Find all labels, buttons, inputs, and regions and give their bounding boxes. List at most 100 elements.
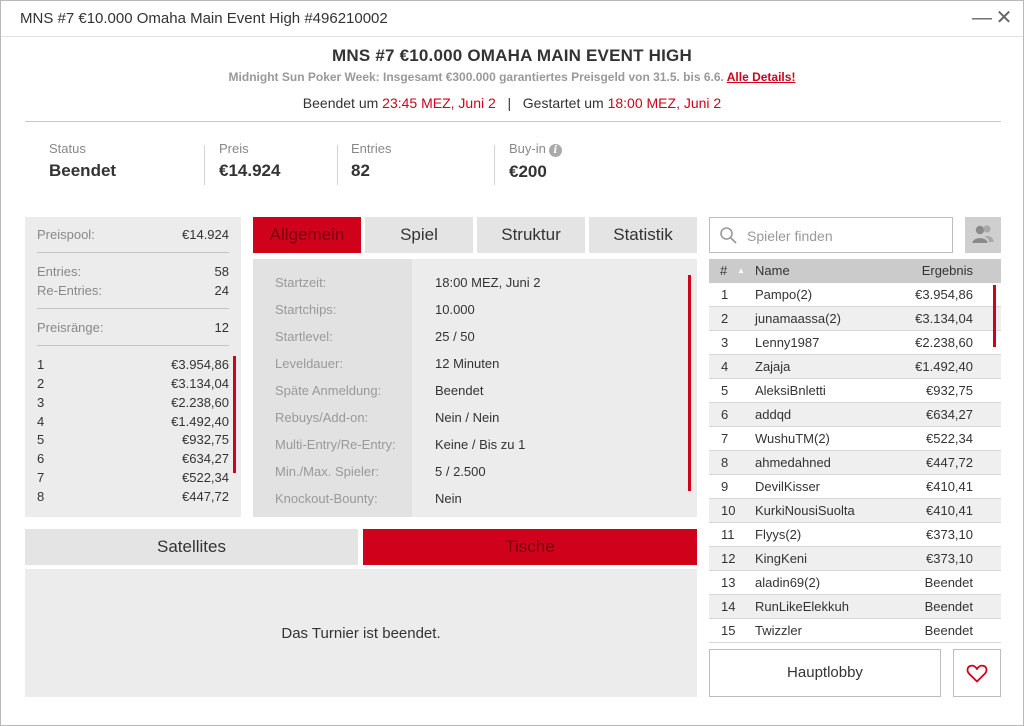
player-name: ahmedahned	[755, 455, 831, 470]
ended-label: Beendet um	[302, 95, 379, 111]
player-row[interactable]: 8 ahmedahned €447,72	[709, 451, 1001, 475]
main-lobby-button[interactable]: Hauptlobby	[709, 649, 941, 697]
info-icon[interactable]: i	[548, 144, 562, 157]
player-list: 1 Pampo(2) €3.954,86 2 junamaassa(2) €3.134,…	[709, 283, 1001, 643]
place-rank: 3	[37, 395, 45, 410]
entries-value: 58	[214, 264, 229, 279]
player-result: €522,34	[926, 431, 973, 446]
place-prize: €1.492,40	[171, 414, 229, 429]
ranks-row: Preisränge: 12	[37, 320, 229, 338]
player-rank: 12	[721, 551, 736, 566]
player-rank: 4	[721, 359, 729, 374]
prize-place-row: 2 €3.134,04	[37, 376, 229, 395]
player-row[interactable]: 1 Pampo(2) €3.954,86	[709, 283, 1001, 307]
detail-label: Startlevel:	[275, 329, 333, 344]
stat-value: Beendet	[49, 161, 117, 180]
detail-row: Min./Max. Spieler: 5 / 2.500	[253, 464, 693, 484]
minimize-icon[interactable]: —	[971, 5, 993, 31]
player-result: €410,41	[926, 479, 973, 494]
sort-asc-icon[interactable]: ▲	[737, 266, 745, 275]
tab-satellites[interactable]: Satellites	[25, 529, 358, 565]
column-rank[interactable]: #	[720, 263, 727, 278]
divider	[37, 308, 229, 309]
stat-divider	[337, 145, 338, 185]
column-name[interactable]: Name	[755, 263, 790, 278]
tournament-times: Beendet um 23:45 MEZ, Juni 2 | Gestartet…	[1, 95, 1023, 111]
player-rank: 8	[721, 455, 729, 470]
player-rank: 2	[721, 311, 729, 326]
place-rank: 1	[37, 357, 45, 372]
details-scrollbar[interactable]	[688, 275, 691, 491]
player-row[interactable]: 11 Flyys(2) €373,10	[709, 523, 1001, 547]
player-rank: 15	[721, 623, 736, 638]
place-prize: €3.954,86	[171, 357, 229, 372]
player-list-header: # ▲ Name Ergebnis	[709, 259, 1001, 283]
started-time: 18:00 MEZ, Juni 2	[607, 95, 722, 111]
details-link[interactable]: Alle Details!	[727, 70, 796, 84]
prize-place-row: 7 €522,34	[37, 470, 229, 489]
ranks-value: 12	[214, 320, 229, 335]
place-prize: €2.238,60	[171, 395, 229, 410]
player-rank: 7	[721, 431, 729, 446]
player-list-scrollbar[interactable]	[993, 285, 996, 347]
favorite-button[interactable]	[953, 649, 1001, 697]
stat-label: Preis	[219, 141, 249, 156]
tab-spiel[interactable]: Spiel	[365, 217, 473, 253]
player-row[interactable]: 5 AleksiBnletti €932,75	[709, 379, 1001, 403]
detail-row: Späte Anmeldung: Beendet	[253, 383, 693, 403]
tab-tables[interactable]: Tische	[363, 529, 697, 565]
player-row[interactable]: 14 RunLikeElekkuh Beendet	[709, 595, 1001, 619]
player-name: addqd	[755, 407, 792, 422]
player-search-input[interactable]: Spieler finden	[709, 217, 953, 253]
entries-label: Entries:	[37, 264, 82, 279]
window-title: MNS #7 €10.000 Omaha Main Event High #49…	[20, 10, 388, 27]
tab-struktur[interactable]: Struktur	[477, 217, 585, 253]
player-row[interactable]: 7 WushuTM(2) €522,34	[709, 427, 1001, 451]
player-rank: 6	[721, 407, 729, 422]
player-rank: 1	[721, 287, 729, 302]
started-label: Gestartet um	[522, 95, 604, 111]
player-result: €3.134,04	[915, 311, 973, 326]
time-divider: |	[507, 95, 512, 111]
info-tabs: Allgemein Spiel Struktur Statistik	[253, 217, 697, 253]
player-name: KurkiNousiSuolta	[755, 503, 855, 518]
place-prize: €3.134,04	[171, 376, 229, 391]
player-row[interactable]: 13 aladin69(2) Beendet	[709, 571, 1001, 595]
player-row[interactable]: 3 Lenny1987 €2.238,60	[709, 331, 1001, 355]
place-rank: 2	[37, 376, 45, 391]
player-result: €1.492,40	[915, 359, 973, 374]
detail-label: Min./Max. Spieler:	[275, 464, 380, 479]
player-row[interactable]: 4 Zajaja €1.492,40	[709, 355, 1001, 379]
close-icon[interactable]: ✕	[993, 5, 1015, 31]
tab-allgemein[interactable]: Allgemein	[253, 217, 361, 253]
column-result[interactable]: Ergebnis	[922, 263, 973, 278]
place-rank: 6	[37, 451, 45, 466]
prize-pool-value: €14.924	[182, 227, 229, 242]
player-rank: 14	[721, 599, 736, 614]
player-result: €2.238,60	[915, 335, 973, 350]
player-result: €373,10	[926, 551, 973, 566]
stat-divider	[494, 145, 495, 185]
divider	[37, 252, 229, 253]
prize-pool-row: Preispool: €14.924	[37, 227, 229, 245]
stat-label: Status	[49, 141, 86, 156]
player-row[interactable]: 2 junamaassa(2) €3.134,04	[709, 307, 1001, 331]
player-name: aladin69(2)	[755, 575, 821, 590]
player-row[interactable]: 6 addqd €634,27	[709, 403, 1001, 427]
player-row[interactable]: 10 KurkiNousiSuolta €410,41	[709, 499, 1001, 523]
prize-list-scrollbar[interactable]	[233, 356, 236, 473]
player-name: Twizzler	[755, 623, 802, 638]
player-row[interactable]: 9 DevilKisser €410,41	[709, 475, 1001, 499]
detail-row: Knockout-Bounty: Nein	[253, 491, 693, 511]
tournament-lobby-window: MNS #7 €10.000 Omaha Main Event High #49…	[0, 0, 1024, 726]
search-icon	[720, 227, 737, 244]
player-row[interactable]: 15 Twizzler Beendet	[709, 619, 1001, 643]
stat-entries: Entries 82	[351, 141, 391, 181]
player-result: €447,72	[926, 455, 973, 470]
player-rank: 5	[721, 383, 729, 398]
buyin-label: Buy-in	[509, 141, 546, 156]
detail-label: Rebuys/Add-on:	[275, 410, 369, 425]
tab-statistik[interactable]: Statistik	[589, 217, 697, 253]
friends-filter-button[interactable]	[965, 217, 1001, 253]
player-row[interactable]: 12 KingKeni €373,10	[709, 547, 1001, 571]
